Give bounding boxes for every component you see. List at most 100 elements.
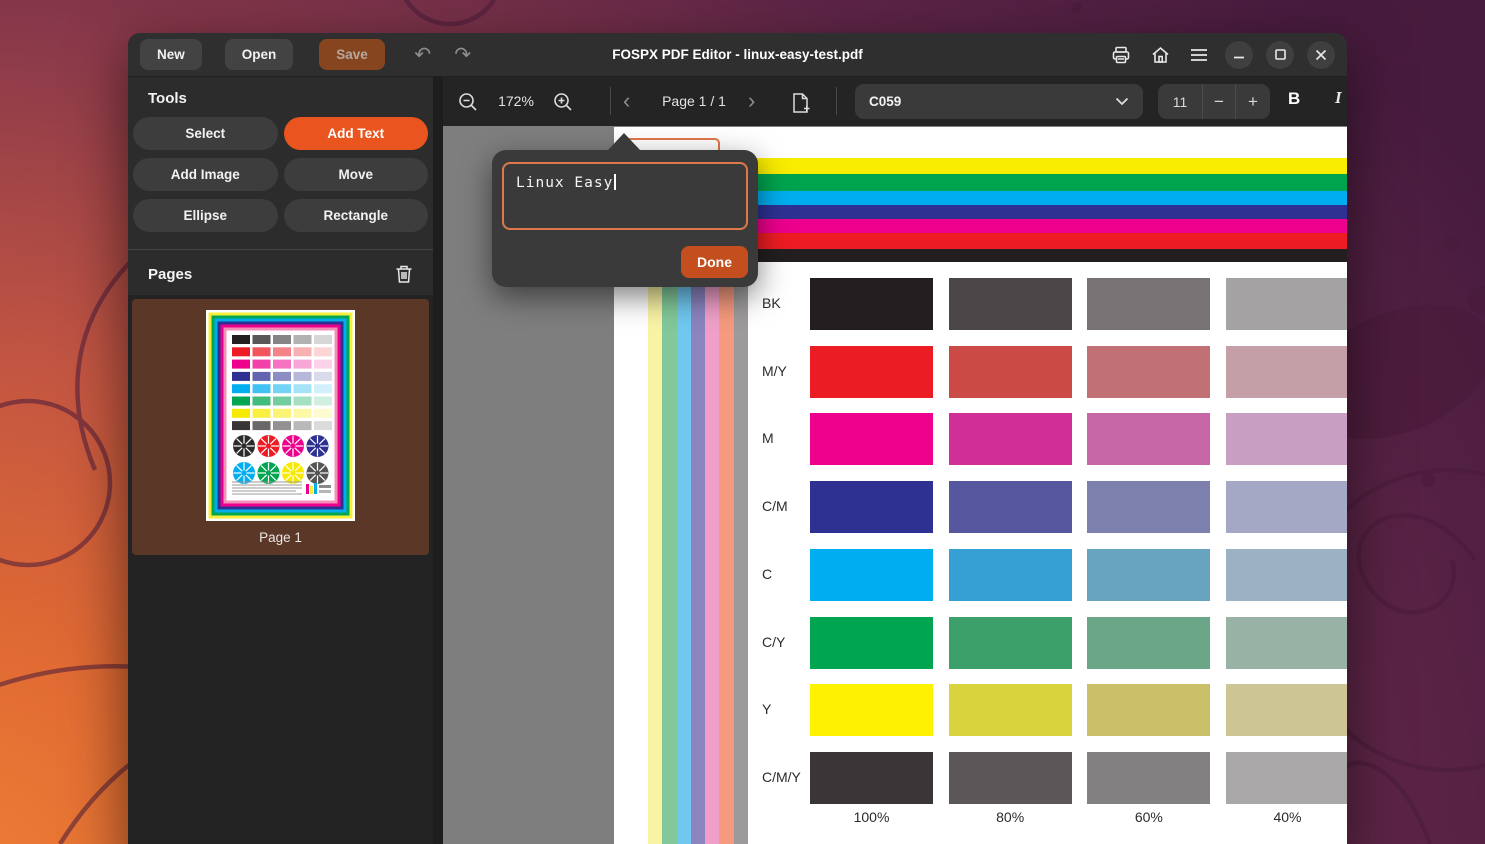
test-page-stripe-vertical [676, 262, 691, 844]
tool-button-move[interactable]: Move [283, 158, 428, 191]
zoom-out-icon[interactable] [455, 89, 481, 115]
save-button[interactable]: Save [319, 39, 385, 70]
trash-icon[interactable] [395, 263, 417, 285]
font-size-decrease-button[interactable]: − [1202, 84, 1235, 119]
percent-label: 60% [1134, 809, 1163, 825]
redo-icon[interactable]: ↷ [451, 45, 475, 65]
test-page-stripe-vertical [733, 262, 749, 844]
undo-icon[interactable]: ↶ [411, 45, 435, 65]
swatch-row-label: C/M/Y [762, 768, 801, 785]
tool-button-add-text[interactable]: Add Text [283, 117, 428, 150]
view-toolbar: 172% ‹ Page 1 / 1 › C059 11 − + B I [443, 77, 1347, 126]
color-swatch [948, 684, 1072, 737]
test-page-stripe-vertical [719, 262, 734, 844]
color-swatch [1226, 278, 1347, 330]
document-canvas: BK M/Y M C/M C C/Y Y C/M/Y 100% 80% 60% 40% Linux E… [443, 126, 1347, 844]
next-page-icon[interactable]: › [748, 90, 755, 112]
swatch-row-label: Y [762, 701, 772, 718]
percent-label: 80% [996, 809, 1025, 825]
percent-label: 100% [853, 809, 890, 825]
popup-arrow [608, 133, 640, 150]
font-size-field[interactable]: 11 [1158, 84, 1202, 119]
swatch-row-label: M/Y [762, 362, 787, 379]
text-input[interactable]: Linux Easy [502, 162, 748, 230]
color-swatch [948, 413, 1072, 466]
color-swatch [1087, 345, 1211, 398]
pane-separator [433, 77, 443, 844]
font-family-select[interactable]: C059 [855, 84, 1143, 119]
color-swatch [810, 278, 933, 330]
font-size-group: 11 − + [1158, 84, 1270, 119]
test-page-stripe-vertical [662, 262, 677, 844]
add-page-icon[interactable] [788, 90, 814, 116]
page-thumbnail-label: Page 1 [259, 530, 302, 545]
text-caret [614, 174, 617, 190]
test-page-stripe-vertical [690, 262, 706, 844]
color-swatch [1226, 413, 1347, 466]
toolbar-separator-2 [836, 87, 837, 115]
main-area: 172% ‹ Page 1 / 1 › C059 11 − + B I BK M… [443, 77, 1347, 844]
swatch-row-label: M [762, 430, 774, 447]
font-size-increase-button[interactable]: + [1235, 84, 1270, 119]
swatch-row-label: C [762, 565, 773, 582]
text-edit-popup: Linux Easy Done [492, 133, 758, 287]
pages-header: Pages [128, 250, 433, 295]
page-thumbnail-image [206, 310, 355, 521]
color-bars-left [648, 262, 749, 844]
color-swatch [810, 548, 933, 601]
color-swatch [948, 548, 1072, 601]
page-thumbnail-item[interactable]: Page 1 [132, 299, 429, 555]
tool-button-add-image[interactable]: Add Image [133, 158, 278, 191]
maximize-button[interactable] [1266, 40, 1294, 69]
tool-button-ellipse[interactable]: Ellipse [133, 199, 278, 232]
minimize-button[interactable] [1225, 40, 1253, 69]
color-swatch [1087, 548, 1211, 601]
color-swatch [1226, 345, 1347, 398]
color-swatch [948, 278, 1072, 330]
new-button[interactable]: New [140, 39, 202, 70]
app-window: New Open Save ↶ ↷ FOSPX PDF Editor - lin… [128, 33, 1347, 844]
color-swatch [1087, 616, 1211, 669]
close-button[interactable] [1307, 40, 1335, 69]
percent-label: 40% [1273, 809, 1302, 825]
text-input-value: Linux Easy [516, 175, 614, 191]
italic-button[interactable]: I [1335, 88, 1342, 108]
toolbar-separator [610, 87, 611, 115]
done-button[interactable]: Done [681, 246, 748, 278]
tool-button-select[interactable]: Select [133, 117, 278, 150]
previous-page-icon[interactable]: ‹ [623, 90, 630, 112]
bold-button[interactable]: B [1288, 89, 1300, 109]
color-swatch [948, 481, 1072, 534]
zoom-in-icon[interactable] [550, 89, 576, 115]
tool-button-rectangle[interactable]: Rectangle [283, 199, 428, 232]
test-page-stripe-vertical [705, 262, 720, 844]
menu-icon[interactable] [1186, 42, 1212, 68]
color-swatch [810, 751, 933, 804]
color-swatch [948, 751, 1072, 804]
color-swatch [810, 684, 933, 737]
color-swatch [1226, 684, 1347, 737]
swatch-row-label: BK [762, 295, 781, 311]
font-family-value: C059 [869, 94, 902, 109]
print-icon[interactable] [1108, 42, 1134, 68]
swatch-row-label: C/Y [762, 633, 786, 650]
color-swatch [1087, 751, 1211, 804]
color-swatch [1226, 751, 1347, 804]
desktop: New Open Save ↶ ↷ FOSPX PDF Editor - lin… [0, 0, 1485, 844]
color-swatch [1226, 548, 1347, 601]
chevron-down-icon [1115, 97, 1129, 106]
pages-section-title: Pages [148, 265, 193, 283]
open-button[interactable]: Open [224, 39, 294, 70]
tool-grid: Select Add Text Add Image Move Ellipse Rectan… [128, 117, 433, 232]
swatch-row-label: C/M [762, 498, 788, 515]
color-swatch [810, 413, 933, 466]
titlebar: New Open Save ↶ ↷ FOSPX PDF Editor - lin… [128, 33, 1347, 77]
tools-section-title: Tools [148, 90, 187, 107]
home-icon[interactable] [1147, 42, 1173, 68]
zoom-level: 172% [498, 93, 534, 109]
color-swatch [810, 481, 933, 534]
color-swatch [1226, 616, 1347, 669]
color-swatch [1226, 481, 1347, 534]
pages-list: Page 1 [128, 295, 433, 844]
color-swatch [948, 616, 1072, 669]
